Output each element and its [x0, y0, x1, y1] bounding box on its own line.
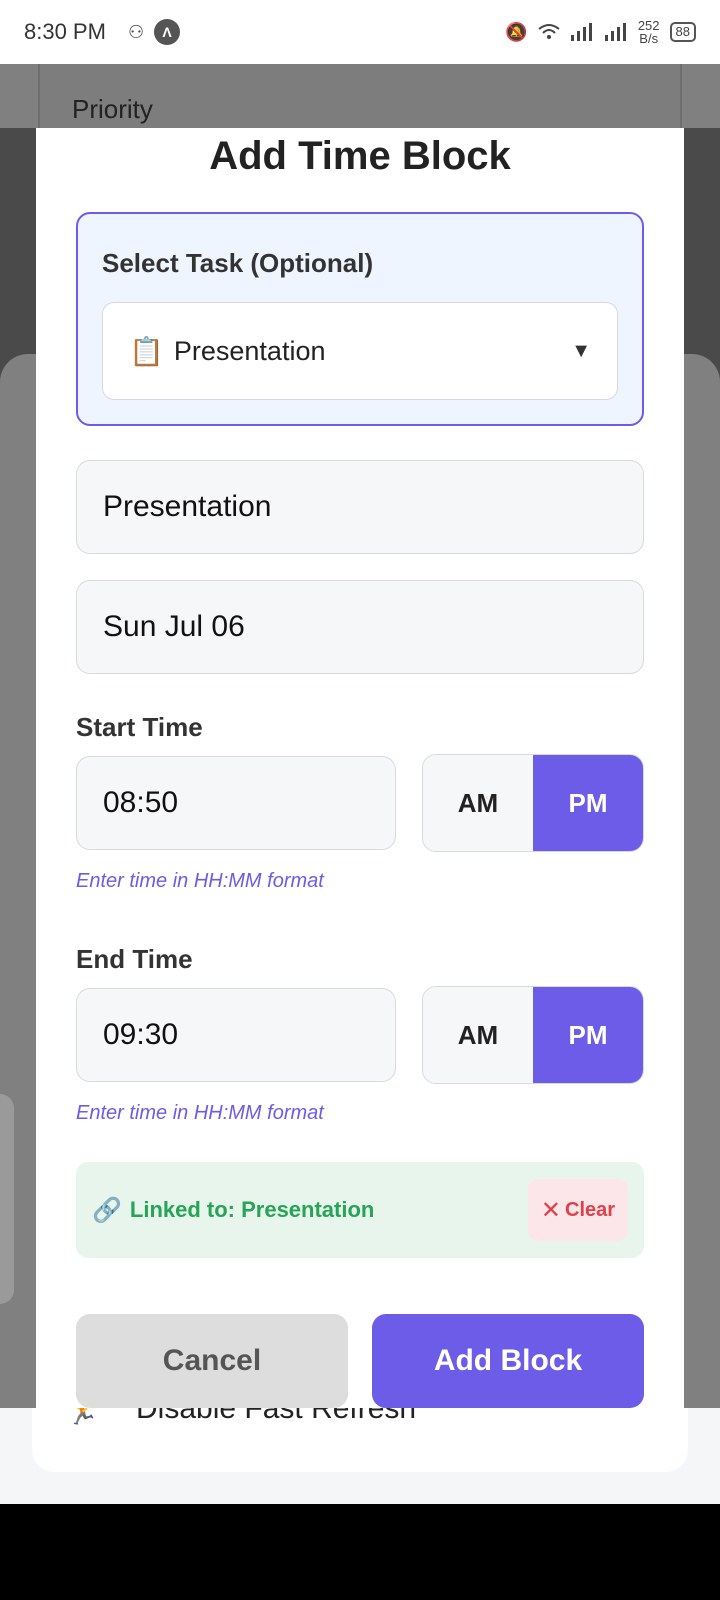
- end-time-label: End Time: [76, 944, 193, 974]
- start-pm-button[interactable]: PM: [533, 755, 643, 851]
- linked-task-text: Linked to: Presentation: [129, 1197, 375, 1222]
- date-value: Sun Jul 06: [103, 610, 245, 643]
- network-rate: 252 B/s: [638, 19, 660, 45]
- end-time-hint: Enter time in HH:MM format: [76, 1102, 324, 1124]
- block-title-input[interactable]: Presentation: [76, 460, 644, 554]
- start-time-value: 08:50: [103, 786, 179, 819]
- caret-down-icon: ▼: [571, 339, 591, 362]
- close-icon: ✕: [540, 1196, 562, 1224]
- gamepad-icon: ⚇: [127, 21, 145, 42]
- start-time-label: Start Time: [76, 712, 203, 742]
- status-left-icons: ⚇ Λ: [127, 19, 181, 45]
- status-bar: 8:30 PM ⚇ Λ 🔕 252 B/s 88: [0, 0, 720, 64]
- end-ampm-toggle: AM PM: [422, 986, 644, 1084]
- task-select-dropdown[interactable]: 📋 Presentation ▼: [102, 302, 618, 400]
- date-input[interactable]: Sun Jul 06: [76, 580, 644, 674]
- cancel-button[interactable]: Cancel: [76, 1314, 348, 1408]
- add-time-block-modal: Add Time Block Select Task (Optional) 📋 …: [36, 128, 684, 1408]
- task-select-value: Presentation: [173, 335, 326, 366]
- background-priority-label: Priority: [72, 94, 153, 124]
- network-rate-unit: B/s: [639, 31, 659, 46]
- status-right-icons: 🔕 252 B/s 88: [505, 19, 696, 45]
- end-am-button[interactable]: AM: [423, 987, 533, 1083]
- start-ampm-toggle: AM PM: [422, 754, 644, 852]
- signal-icon: [570, 23, 592, 41]
- block-title-value: Presentation: [103, 490, 272, 523]
- wifi-icon: [538, 24, 560, 39]
- end-time-input[interactable]: 09:30: [76, 988, 396, 1082]
- bell-muted-icon: 🔕: [505, 21, 528, 42]
- signal-icon-2: [604, 23, 626, 41]
- start-time-input[interactable]: 08:50: [76, 756, 396, 850]
- background-side-pill: [0, 1094, 14, 1304]
- status-time: 8:30 PM: [24, 19, 106, 44]
- link-icon: 🔗: [92, 1196, 122, 1224]
- start-am-button[interactable]: AM: [423, 755, 533, 851]
- task-select-label: Select Task (Optional): [102, 248, 374, 278]
- task-select-section: Select Task (Optional) 📋 Presentation ▼: [76, 212, 644, 426]
- add-block-button[interactable]: Add Block: [372, 1314, 644, 1408]
- end-pm-button[interactable]: PM: [533, 987, 643, 1083]
- clear-link-label: Clear: [565, 1198, 616, 1221]
- navigation-icon: Λ: [154, 19, 181, 45]
- clipboard-icon: 📋: [129, 335, 164, 367]
- modal-title: Add Time Block: [209, 134, 511, 178]
- start-time-hint: Enter time in HH:MM format: [76, 870, 324, 892]
- end-time-value: 09:30: [103, 1018, 179, 1051]
- linked-task-banner: 🔗 Linked to: Presentation ✕ Clear: [76, 1162, 644, 1258]
- battery-icon: 88: [669, 22, 696, 42]
- clear-link-button[interactable]: ✕ Clear: [528, 1179, 628, 1241]
